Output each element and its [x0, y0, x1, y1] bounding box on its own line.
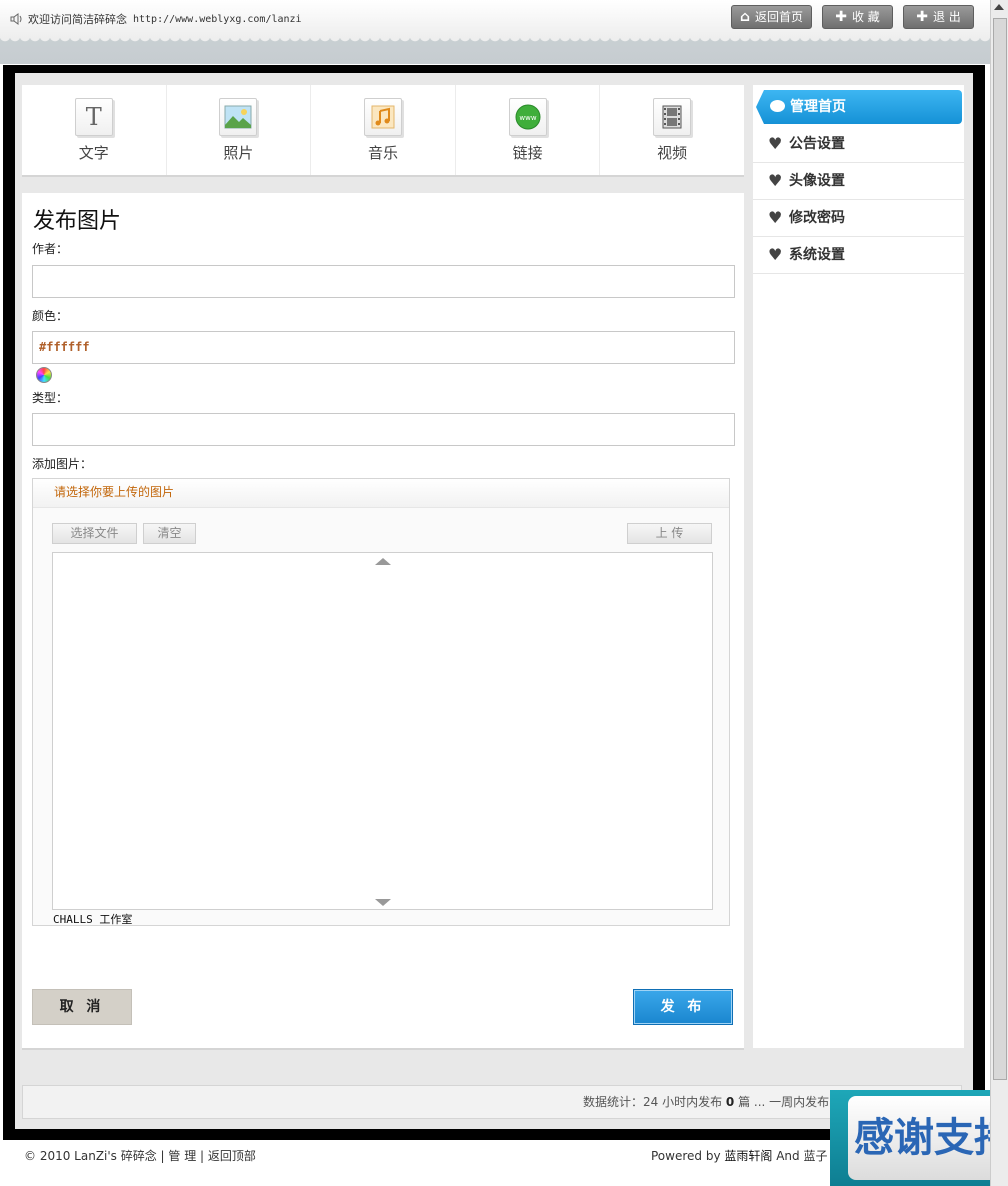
powered-link[interactable]: 蓝雨轩阁 [724, 1149, 772, 1163]
powered-by: Powered by 蓝雨轩阁 And 蓝子 [651, 1147, 827, 1164]
sidebar-item-label: 公告设置 [789, 136, 845, 152]
scroll-up-icon[interactable] [994, 4, 1004, 10]
favorite-button[interactable]: ✚ 收 藏 [822, 5, 893, 29]
sidebar-item-label: 修改密码 [789, 210, 845, 226]
clear-button[interactable]: 清空 [143, 523, 196, 544]
content-area: T 文字 照片 音乐 www 链接 视频 发布图片 作者： 颜色： #fffff… [15, 73, 973, 1129]
color-picker-icon[interactable] [36, 367, 52, 383]
speaker-icon [10, 13, 22, 25]
logout-button[interactable]: ✚ 退 出 [903, 5, 974, 29]
chat-bubble-icon [770, 100, 785, 112]
file-list[interactable] [52, 552, 713, 910]
photo-icon [219, 98, 258, 136]
tab-text-label: 文字 [78, 144, 109, 162]
home-icon: ⌂ [739, 9, 750, 25]
stats-suffix: 篇 ... 一周内发布 [738, 1095, 830, 1109]
stats-text: 数据统计：24 小时内发布 0 篇 ... 一周内发布 [583, 1086, 829, 1118]
add-image-label: 添加图片： [32, 457, 93, 471]
tab-link[interactable]: www 链接 [456, 85, 601, 175]
sidebar: 管理首页 ♥ 公告设置 ♥ 头像设置 ♥ 修改密码 ♥ 系统设置 [753, 85, 964, 1048]
thanks-text: 感谢支持 [848, 1096, 1008, 1180]
sidebar-item-system[interactable]: ♥ 系统设置 [753, 237, 964, 274]
powered-and: And 蓝子 [772, 1149, 828, 1163]
scrollbar-thumb[interactable] [993, 18, 1007, 1080]
welcome-message: 欢迎访问简洁碎碎念 http://www.weblyxg.com/lanzi [10, 11, 302, 27]
sidebar-item-label: 头像设置 [789, 173, 845, 189]
video-icon [653, 98, 692, 136]
type-input[interactable] [32, 413, 735, 446]
sidebar-item-admin-home[interactable]: 管理首页 [756, 90, 962, 124]
powered-prefix: Powered by [651, 1149, 725, 1163]
tab-music-label: 音乐 [367, 144, 398, 162]
heart-icon: ♥ [768, 171, 783, 190]
heart-icon: ♥ [768, 245, 783, 264]
text-icon: T [74, 98, 113, 136]
author-label: 作者： [32, 242, 69, 256]
main-frame: T 文字 照片 音乐 www 链接 视频 发布图片 作者： 颜色： #fffff… [3, 65, 985, 1140]
site-url: http://www.weblyxg.com/lanzi [133, 13, 302, 25]
tab-photo-label: 照片 [223, 144, 254, 162]
cancel-button[interactable]: 取 消 [32, 989, 132, 1025]
upload-button[interactable]: 上 传 [627, 523, 712, 544]
scroll-down-icon[interactable] [375, 899, 391, 906]
home-button-label: 返回首页 [755, 10, 804, 24]
color-input[interactable]: #ffffff [32, 331, 735, 364]
home-button[interactable]: ⌂ 返回首页 [731, 5, 812, 29]
heart-icon: ♥ [768, 134, 783, 153]
copyright: © 2010 LanZi's 碎碎念 | 管 理 | 返回顶部 [24, 1149, 256, 1163]
page-scrollbar[interactable] [990, 0, 1008, 1186]
image-uploader: 请选择你要上传的图片 选择文件 清空 上 传 CHALLS 工作室 [32, 478, 730, 926]
publish-panel: 发布图片 作者： 颜色： #ffffff 类型： 添加图片： 请选择你要上传的图… [22, 193, 744, 1050]
plus-icon: ✚ [835, 9, 847, 25]
tab-video-label: 视频 [657, 144, 688, 162]
publish-button[interactable]: 发 布 [633, 989, 733, 1025]
header-divider [0, 38, 990, 64]
stats-prefix: 数据统计：24 小时内发布 [583, 1095, 723, 1109]
tab-link-label: 链接 [512, 144, 543, 162]
top-bar: 欢迎访问简洁碎碎念 http://www.weblyxg.com/lanzi ⌂… [0, 0, 990, 39]
sidebar-item-avatar[interactable]: ♥ 头像设置 [753, 163, 964, 200]
sidebar-item-password[interactable]: ♥ 修改密码 [753, 200, 964, 237]
tab-music[interactable]: 音乐 [311, 85, 456, 175]
sidebar-item-label: 系统设置 [789, 247, 845, 263]
tab-video[interactable]: 视频 [600, 85, 744, 175]
link-icon: www [508, 98, 547, 136]
heart-icon: ♥ [768, 208, 783, 227]
stats-count: 0 [725, 1095, 735, 1109]
page-title: 发布图片 [33, 209, 122, 234]
tab-photo[interactable]: 照片 [167, 85, 312, 175]
svg-text:www: www [519, 114, 536, 122]
thanks-banner[interactable]: 感谢支持 [830, 1090, 1008, 1186]
sidebar-item-notice[interactable]: ♥ 公告设置 [753, 126, 964, 163]
music-icon [363, 98, 402, 136]
sidebar-item-label: 管理首页 [790, 99, 846, 115]
type-label: 类型： [32, 391, 69, 405]
uploader-credit: CHALLS 工作室 [53, 913, 133, 926]
tab-text[interactable]: T 文字 [22, 85, 167, 175]
plus-icon: ✚ [916, 9, 928, 25]
stats-bar: 数据统计：24 小时内发布 0 篇 ... 一周内发布 [22, 1085, 962, 1119]
favorite-button-label: 收 藏 [851, 10, 880, 24]
author-input[interactable] [32, 265, 735, 298]
color-label: 颜色： [32, 309, 69, 323]
welcome-text: 欢迎访问简洁碎碎念 [28, 13, 127, 26]
uploader-header: 请选择你要上传的图片 [33, 479, 729, 508]
post-type-bar: T 文字 照片 音乐 www 链接 视频 [22, 85, 744, 177]
select-file-button[interactable]: 选择文件 [52, 523, 137, 544]
logout-button-label: 退 出 [932, 10, 961, 24]
scroll-up-icon[interactable] [375, 558, 391, 565]
